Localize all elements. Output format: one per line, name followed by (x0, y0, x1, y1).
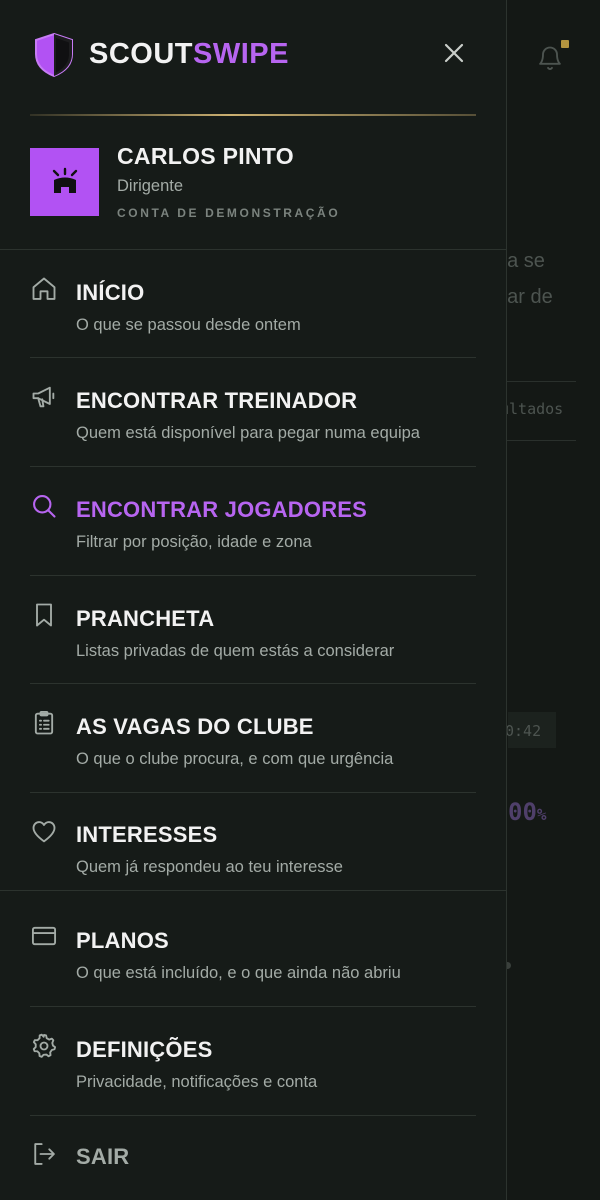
nav-item-vagas-do-clube[interactable]: AS VAGAS DO CLUBE O que o clube procura,… (0, 684, 506, 792)
gear-icon (32, 1033, 57, 1058)
nav-subtitle: Quem está disponível para pegar numa equ… (76, 424, 420, 442)
megaphone-icon (32, 386, 55, 408)
nav-subtitle: O que se passou desde ontem (76, 316, 301, 334)
nav-title: PRANCHETA (76, 606, 215, 631)
close-icon[interactable] (440, 39, 468, 67)
user-name: CARLOS PINTO (117, 143, 294, 169)
credit-card-icon (31, 926, 57, 946)
logout-icon (34, 1143, 55, 1165)
navigation-drawer: SCOUTSWIPE CARLOS PINTO Dirigente CONTA … (0, 0, 507, 1200)
background-percentage: 00% (508, 798, 547, 826)
header-divider (30, 114, 476, 116)
logout-label: SAIR (76, 1144, 130, 1169)
nav-item-definicoes[interactable]: DEFINIÇÕES Privacidade, notificações e c… (0, 1007, 506, 1115)
nav-subtitle: Quem já respondeu ao teu interesse (76, 858, 343, 876)
nav-item-encontrar-treinador[interactable]: ENCONTRAR TREINADOR Quem está disponível… (0, 358, 506, 466)
nav-title: DEFINIÇÕES (76, 1037, 213, 1062)
nav-item-interesses[interactable]: INTERESSES Quem já respondeu ao teu inte… (0, 793, 506, 890)
user-role: Dirigente (117, 177, 184, 195)
nav-subtitle: Listas privadas de quem estás a consider… (76, 642, 395, 660)
shield-logo-icon (35, 32, 73, 78)
background-divider (506, 440, 576, 441)
nav-subtitle: O que está incluído, e o que ainda não a… (76, 964, 401, 982)
nav-title: INTERESSES (76, 822, 218, 847)
nav-title: PLANOS (76, 928, 169, 953)
background-timer: 0:42 (505, 722, 542, 740)
nav-subtitle: Filtrar por posição, idade e zona (76, 533, 312, 551)
logout-button[interactable]: SAIR (0, 1116, 506, 1196)
search-icon (33, 495, 56, 518)
background-divider (506, 381, 576, 382)
nav-title: ENCONTRAR JOGADORES (76, 497, 368, 522)
demo-account-tag: CONTA DE DEMONSTRAÇÃO (117, 206, 341, 220)
nav-item-encontrar-jogadores[interactable]: ENCONTRAR JOGADORES Filtrar por posição,… (0, 467, 506, 575)
nav-item-inicio[interactable]: INÍCIO O que se passou desde ontem (0, 250, 506, 357)
brand-part-1: SCOUT (89, 38, 193, 70)
clipboard-icon (34, 710, 54, 735)
nav-title: INÍCIO (76, 280, 145, 305)
stadium-icon (52, 167, 77, 193)
notification-dot (561, 40, 569, 48)
nav-item-prancheta[interactable]: PRANCHETA Listas privadas de quem estás … (0, 576, 506, 683)
heart-icon (32, 821, 56, 843)
app-brand: SCOUTSWIPE (89, 38, 289, 71)
brand-part-2: SWIPE (193, 38, 289, 70)
nav-title: ENCONTRAR TREINADOR (76, 388, 358, 413)
nav-subtitle: O que o clube procura, e com que urgênci… (76, 750, 394, 768)
nav-title: AS VAGAS DO CLUBE (76, 714, 314, 739)
bookmark-icon (36, 603, 52, 627)
nav-item-planos[interactable]: PLANOS O que está incluído, e o que aind… (0, 891, 506, 1006)
background-text: ultados (500, 400, 564, 418)
nav-subtitle: Privacidade, notificações e conta (76, 1073, 318, 1091)
avatar (30, 148, 99, 216)
bell-icon[interactable] (536, 44, 564, 72)
home-icon (32, 277, 56, 300)
